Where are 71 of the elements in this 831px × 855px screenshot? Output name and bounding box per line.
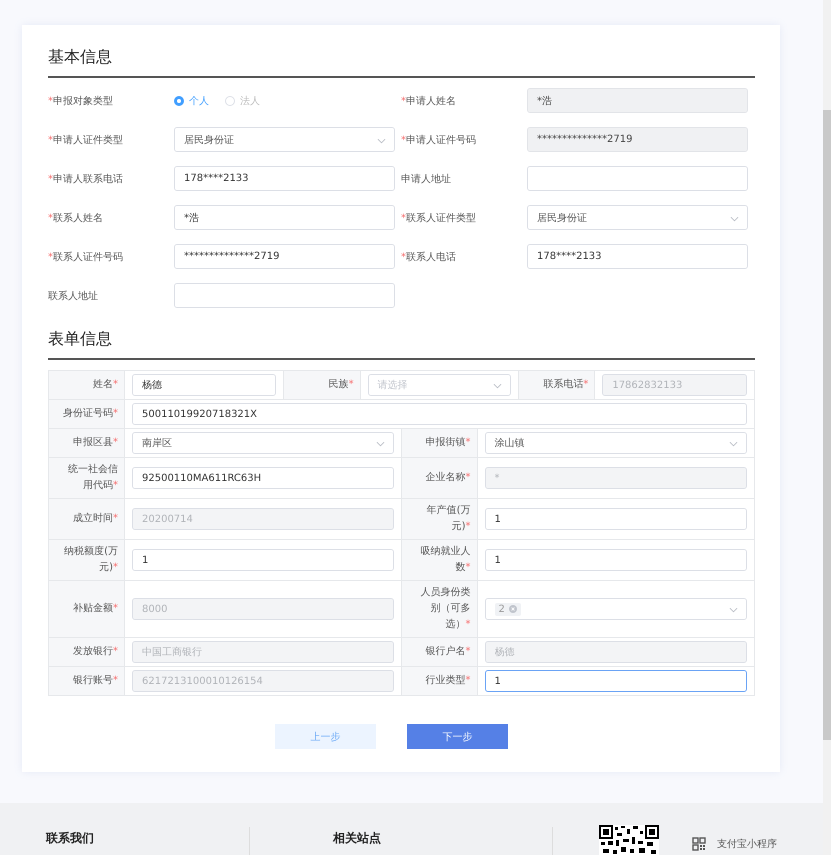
tag-label: 2 [498,604,505,614]
field-label: 补贴金额* [73,602,118,616]
select-value: 居民身份证 [537,212,587,224]
section-title: 基本信息 [48,46,113,68]
field-label: *申请人证件类型 [48,134,124,146]
field-label: 纳税额度(万元)* [63,544,118,575]
input-field[interactable]: 1 [484,670,747,692]
field-label: 民族* [328,378,354,392]
field-label: 申报街镇* [426,436,470,450]
select-value: 南岸区 [142,436,172,450]
scrollbar[interactable] [823,0,831,855]
chevron-down-icon [376,441,384,447]
radio-icon[interactable] [174,96,184,106]
field-label: 行业类型* [426,674,470,688]
input-field[interactable]: 1 [484,508,747,530]
chevron-down-icon [377,138,386,144]
field-label: 联系电话* [543,378,588,392]
field-label: 年产值(万元)* [426,504,470,534]
select-value: 居民身份证 [184,134,234,146]
radio-label: 个人 [189,94,209,108]
mini-program-link[interactable]: 支付宝小程序 [717,837,777,851]
chevron-down-icon [729,607,738,613]
field-label: *申请人证件号码 [401,134,477,146]
input-field[interactable]: 1 [132,549,394,571]
footer-heading: 相关站点 [333,830,382,847]
select-field[interactable]: 涂山镇 [484,432,747,454]
field-label: 银行户名* [426,644,470,659]
chevron-down-icon [730,216,739,222]
select-field[interactable]: 居民身份证 [174,127,395,152]
select-value: 涂山镇 [494,436,524,450]
select-field[interactable]: 南岸区 [132,432,394,454]
field-label: 申请人地址 [401,172,452,186]
input-field[interactable]: *浩 [174,205,395,230]
field-label: *申请人联系电话 [48,172,124,186]
field-label: *申请人姓名 [401,94,457,108]
field-label: *联系人姓名 [48,212,104,224]
field-label: 人员身份类别（可多选）* [420,586,470,632]
section-title: 表单信息 [48,328,113,350]
field-label: 发放银行* [73,645,118,659]
field-label: *联系人电话 [401,250,457,264]
chevron-down-icon [493,383,502,389]
input-field[interactable]: 50011019920718321X [132,403,747,425]
field-label: 统一社会信用代码* [67,462,118,493]
field-label: 吸纳就业人数* [420,544,470,575]
field-label: *申报对象类型 [48,94,114,108]
input-field[interactable]: 178****2133 [174,166,395,191]
field-label: 申报区县* [73,436,118,450]
input-field[interactable]: 92500110MA611RC63H [132,467,394,489]
input-field[interactable]: 杨德 [132,374,276,396]
field-label: *联系人证件号码 [48,250,124,264]
qr-code-drawing [599,825,659,855]
input-field[interactable]: 178****2133 [527,244,748,269]
footer-heading: 联系我们 [46,830,95,847]
input-field[interactable] [174,283,395,308]
field-label: 身份证号码* [63,407,118,421]
next-button[interactable]: 下一步 [407,724,508,749]
input-field[interactable] [527,166,748,191]
close-icon[interactable] [508,605,517,613]
field-label: 成立时间* [73,512,118,526]
qr-code-icon [692,837,706,851]
input-field[interactable]: **************2719 [174,244,395,269]
field-label: 姓名* [93,378,118,392]
select-field[interactable]: 居民身份证 [527,205,748,230]
field-label: 企业名称* [426,470,470,485]
field-label: *联系人证件类型 [401,212,477,224]
chevron-down-icon [729,441,738,447]
field-label: 银行账号* [73,674,118,688]
field-label: 联系人地址 [48,290,99,302]
radio-label: 法人 [240,94,260,108]
input-field[interactable]: 1 [484,549,747,571]
select-placeholder: 请选择 [378,378,408,392]
